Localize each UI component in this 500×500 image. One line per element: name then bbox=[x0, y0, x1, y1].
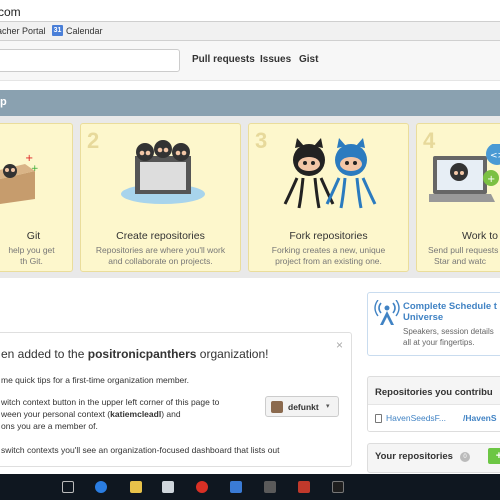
file-explorer-icon[interactable] bbox=[130, 481, 142, 493]
nav-issues[interactable]: Issues bbox=[260, 54, 291, 65]
avatar bbox=[271, 401, 283, 413]
edge-icon[interactable] bbox=[95, 481, 107, 493]
search-input[interactable] bbox=[0, 49, 180, 72]
close-icon[interactable]: × bbox=[336, 338, 343, 352]
universe-title: Complete Schedule t Universe bbox=[403, 301, 497, 323]
card-create-repositories[interactable]: 2 Create repositories Repositories are w… bbox=[80, 123, 241, 272]
calendar-icon: 31 bbox=[52, 25, 63, 36]
org-tip-line: ons you are a member of. bbox=[1, 421, 98, 431]
card-work-together[interactable]: 4 <> + Work to Send pull requests Star a… bbox=[416, 123, 500, 272]
bookmark-teacher-portal[interactable]: acher Portal bbox=[0, 26, 46, 36]
list-item[interactable]: HavenSeedsF... /HavenS bbox=[368, 404, 500, 431]
laptop-octocat-icon: <> + bbox=[429, 144, 500, 202]
task-view-icon[interactable] bbox=[62, 481, 74, 493]
broadcast-icon bbox=[374, 300, 400, 325]
card-desc: Forking creates a new, unique project fr… bbox=[271, 245, 386, 266]
org-tip-line: ween your personal context (katiemcleadl… bbox=[1, 409, 181, 419]
chevron-down-icon: ▾ bbox=[326, 403, 330, 410]
universe-promo[interactable]: Complete Schedule t Universe Speakers, s… bbox=[367, 292, 500, 356]
card-number: 3 bbox=[255, 128, 268, 153]
org-tip-line: witch context button in the upper left c… bbox=[1, 397, 220, 407]
repo-count-badge: 0 bbox=[460, 452, 470, 462]
svg-text:<>: <> bbox=[490, 151, 500, 161]
card-title: Git bbox=[26, 230, 41, 242]
url-text: com bbox=[0, 5, 21, 19]
username: katiemcleadl bbox=[110, 409, 162, 419]
card-desc: help you get th Git. bbox=[8, 245, 55, 266]
site-header: Pull requests Issues Gist bbox=[0, 41, 500, 81]
contributed-repos-panel: Repositories you contribu HavenSeedsF...… bbox=[367, 376, 500, 432]
card-desc: Repositories are where you'll work and c… bbox=[95, 245, 226, 266]
octocats-in-box-icon bbox=[121, 140, 205, 204]
mail-icon[interactable] bbox=[230, 481, 242, 493]
bookmark-calendar[interactable]: Calendar bbox=[66, 26, 103, 36]
svg-text:+: + bbox=[25, 153, 33, 164]
context-switcher-label: defunkt bbox=[288, 402, 319, 412]
universe-desc: Speakers, session details all at your fi… bbox=[403, 327, 494, 347]
org-notice-heading: en added to the positronicpanthers organ… bbox=[1, 347, 269, 361]
repo-name-link[interactable]: /HavenS bbox=[463, 413, 497, 423]
panel-title: Repositories you contribu bbox=[375, 387, 493, 398]
card-set-up-git[interactable]: + + Git help you get th Git. bbox=[0, 123, 73, 272]
os-taskbar bbox=[0, 474, 500, 500]
nav-gist[interactable]: Gist bbox=[299, 54, 318, 65]
svg-text:+: + bbox=[31, 164, 39, 174]
org-name: positronicpanthers bbox=[87, 347, 197, 361]
store-icon[interactable] bbox=[162, 481, 174, 493]
card-desc: Send pull requests Star and watc bbox=[428, 245, 499, 266]
card-title: Work to bbox=[462, 230, 498, 242]
org-tip-line: switch contexts you'll see an organizati… bbox=[1, 445, 280, 455]
panel-title: Your repositories bbox=[375, 451, 453, 462]
nav-pull-requests[interactable]: Pull requests bbox=[192, 54, 255, 65]
box-octocat-icon: + + bbox=[0, 153, 39, 204]
org-tip-intro: me quick tips for a first-time organizat… bbox=[1, 375, 190, 385]
bootcamp-cards: + + Git help you get th Git. 2 Create re… bbox=[0, 116, 500, 278]
repo-owner-link[interactable]: HavenSeedsF... bbox=[386, 413, 446, 423]
bootcamp-title: p bbox=[0, 96, 7, 108]
chrome-icon[interactable] bbox=[196, 481, 208, 493]
card-number: 2 bbox=[87, 128, 100, 153]
terminal-icon[interactable] bbox=[332, 481, 344, 493]
new-repo-button[interactable]: + bbox=[488, 448, 500, 464]
app-icon[interactable] bbox=[264, 481, 276, 493]
card-title: Create repositories bbox=[116, 230, 205, 242]
bookmarks-bar: acher Portal 31 Calendar bbox=[0, 22, 500, 41]
address-bar[interactable]: com bbox=[0, 0, 500, 22]
card-title: Fork repositories bbox=[289, 230, 368, 242]
forked-octocats-icon bbox=[283, 138, 377, 209]
repo-icon bbox=[375, 414, 382, 423]
svg-text:+: + bbox=[487, 174, 495, 185]
bootcamp-banner: p bbox=[0, 90, 500, 116]
card-fork-repositories[interactable]: 3 Fork repositories Forking creates a ne… bbox=[248, 123, 409, 272]
context-switcher-button[interactable]: defunkt ▾ bbox=[265, 396, 339, 417]
app-icon[interactable] bbox=[298, 481, 310, 493]
org-welcome-notice: en added to the positronicpanthers organ… bbox=[0, 332, 352, 467]
your-repos-panel: Your repositories 0 + bbox=[367, 443, 500, 473]
